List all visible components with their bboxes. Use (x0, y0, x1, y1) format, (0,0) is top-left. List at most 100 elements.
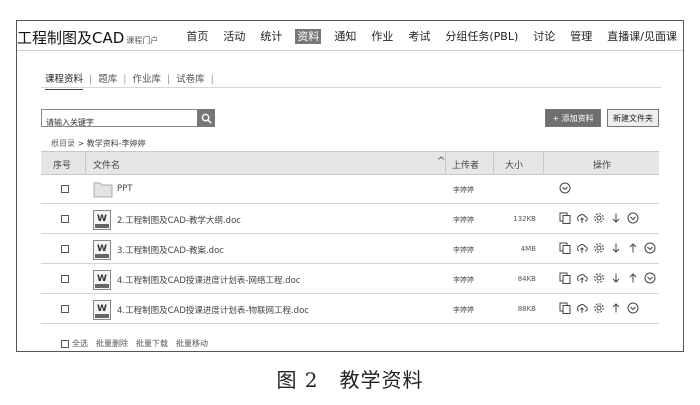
breadcrumb-current: 教学资料-李婷婷 (86, 139, 146, 148)
arrow-down-icon[interactable] (610, 212, 622, 224)
col-uploader-header: 上传者 (452, 161, 480, 171)
row-actions (559, 302, 639, 314)
table-row[interactable]: W 2.工程制图及CAD-教学大纲.doc 李婷婷 132KB (41, 205, 659, 234)
arrow-up-icon[interactable] (627, 242, 639, 254)
file-name[interactable]: 2.工程制图及CAD-教学大纲.doc (117, 214, 241, 226)
row-checkbox[interactable] (61, 185, 69, 193)
nav-live-class[interactable]: 直播课/见面课 (605, 29, 679, 44)
more-chevron-down-icon[interactable] (644, 242, 656, 254)
batch-delete-button[interactable]: 批量删除 (96, 338, 128, 349)
file-size: 84KB (517, 275, 536, 283)
breadcrumb-separator: > (77, 139, 85, 148)
arrow-down-icon[interactable] (610, 272, 622, 284)
settings-icon[interactable] (593, 212, 605, 224)
row-actions (559, 182, 571, 194)
nav-home[interactable]: 首页 (184, 29, 210, 44)
table-row[interactable]: W 3.工程制图及CAD-教案.doc 李婷婷 4MB (41, 235, 659, 264)
breadcrumb: 根目录 > 教学资料-李婷婷 (51, 138, 146, 149)
col-size-header: 大小 (505, 161, 524, 171)
row-checkbox[interactable] (61, 305, 69, 313)
subtabs-divider (41, 87, 661, 88)
svg-text:W: W (97, 214, 107, 224)
select-all-checkbox[interactable] (61, 339, 69, 348)
nav-statistics[interactable]: 统计 (258, 29, 284, 44)
new-folder-button[interactable]: 新建文件夹 (607, 109, 659, 127)
svg-text:W: W (97, 304, 107, 314)
col-ops-header: 操作 (593, 161, 612, 171)
batch-download-button[interactable]: 批量下载 (136, 338, 168, 349)
more-chevron-down-icon[interactable] (644, 272, 656, 284)
settings-icon[interactable] (593, 302, 605, 314)
row-actions (559, 272, 656, 284)
file-size: 132KB (513, 215, 536, 223)
nav-homework[interactable]: 作业 (369, 29, 395, 44)
figure-caption: 图 2 教学资料 (276, 368, 424, 392)
nav-notices[interactable]: 通知 (332, 29, 358, 44)
word-doc-icon: W (93, 300, 111, 323)
copy-icon[interactable] (559, 242, 571, 254)
col-index-header: 序号 (53, 161, 72, 171)
more-chevron-down-icon[interactable] (627, 212, 639, 224)
table-row[interactable]: PPT 李婷婷 (41, 175, 659, 204)
row-checkbox[interactable] (61, 275, 69, 283)
svg-text:W: W (97, 274, 107, 284)
copy-icon[interactable] (559, 302, 571, 314)
arrow-down-icon[interactable] (610, 242, 622, 254)
word-doc-icon: W (93, 240, 111, 263)
file-size: 4MB (520, 245, 536, 253)
main-nav: 首页 活动 统计 资料 通知 作业 考试 分组任务(PBL) 讨论 管理 直播课… (184, 29, 679, 44)
row-actions (559, 242, 656, 254)
nav-management[interactable]: 管理 (568, 29, 594, 44)
more-chevron-down-icon[interactable] (559, 182, 571, 194)
cloud-upload-icon[interactable] (576, 302, 588, 314)
nav-activity[interactable]: 活动 (221, 29, 247, 44)
add-material-button[interactable]: + 添加资料 (545, 109, 601, 127)
svg-text:W: W (97, 244, 107, 254)
copy-icon[interactable] (559, 212, 571, 224)
word-doc-icon: W (93, 210, 111, 233)
nav-exams[interactable]: 考试 (406, 29, 432, 44)
word-doc-icon: W (93, 270, 111, 293)
nav-discussion[interactable]: 讨论 (531, 29, 557, 44)
brand-title: 工程制图及CAD (17, 29, 125, 47)
search-box (41, 109, 215, 131)
nav-materials[interactable]: 资料 (295, 29, 322, 44)
table-header: 序号 文件名 ^ 上传者 大小 操作 (41, 151, 659, 175)
search-button[interactable] (197, 109, 215, 127)
arrow-up-icon[interactable] (627, 272, 639, 284)
table-row[interactable]: W 4.工程制图及CAD授课进度计划表-网络工程.doc 李婷婷 84KB (41, 265, 659, 294)
cloud-upload-icon[interactable] (576, 272, 588, 284)
cloud-upload-icon[interactable] (576, 212, 588, 224)
course-brand[interactable]: 工程制图及CAD 课程门户 (17, 27, 158, 48)
search-input[interactable] (42, 114, 198, 131)
table-row[interactable]: W 4.工程制图及CAD授课进度计划表-物联网工程.doc 李婷婷 88KB (41, 295, 659, 324)
row-checkbox[interactable] (61, 215, 69, 223)
arrow-up-icon[interactable] (610, 302, 622, 314)
uploader: 李婷婷 (453, 306, 474, 314)
file-name[interactable]: PPT (117, 184, 132, 194)
copy-icon[interactable] (559, 272, 571, 284)
more-chevron-down-icon[interactable] (627, 302, 639, 314)
uploader: 李婷婷 (453, 246, 474, 254)
file-name[interactable]: 3.工程制图及CAD-教案.doc (117, 244, 224, 256)
file-name[interactable]: 4.工程制图及CAD授课进度计划表-网络工程.doc (117, 274, 300, 286)
folder-icon (93, 180, 113, 201)
file-name[interactable]: 4.工程制图及CAD授课进度计划表-物联网工程.doc (117, 304, 309, 316)
row-checkbox[interactable] (61, 245, 69, 253)
course-portal-window: 工程制图及CAD 课程门户 首页 活动 统计 资料 通知 作业 考试 分组任务(P… (16, 20, 684, 352)
cloud-upload-icon[interactable] (576, 242, 588, 254)
uploader: 李婷婷 (453, 276, 474, 284)
select-all-label: 全选 (72, 339, 88, 348)
nav-group-tasks[interactable]: 分组任务(PBL) (443, 29, 520, 44)
settings-icon[interactable] (593, 242, 605, 254)
col-filename-header[interactable]: 文件名 (93, 158, 120, 171)
select-all[interactable]: 全选 (61, 338, 88, 349)
batch-move-button[interactable]: 批量移动 (176, 338, 208, 349)
uploader: 李婷婷 (453, 216, 474, 224)
search-icon (201, 113, 212, 124)
row-actions (559, 212, 639, 224)
breadcrumb-root[interactable]: 根目录 (51, 139, 75, 148)
settings-icon[interactable] (593, 272, 605, 284)
brand-subtitle: 课程门户 (126, 36, 159, 45)
top-navigation-bar: 工程制图及CAD 课程门户 首页 活动 统计 资料 通知 作业 考试 分组任务(P… (17, 21, 683, 51)
